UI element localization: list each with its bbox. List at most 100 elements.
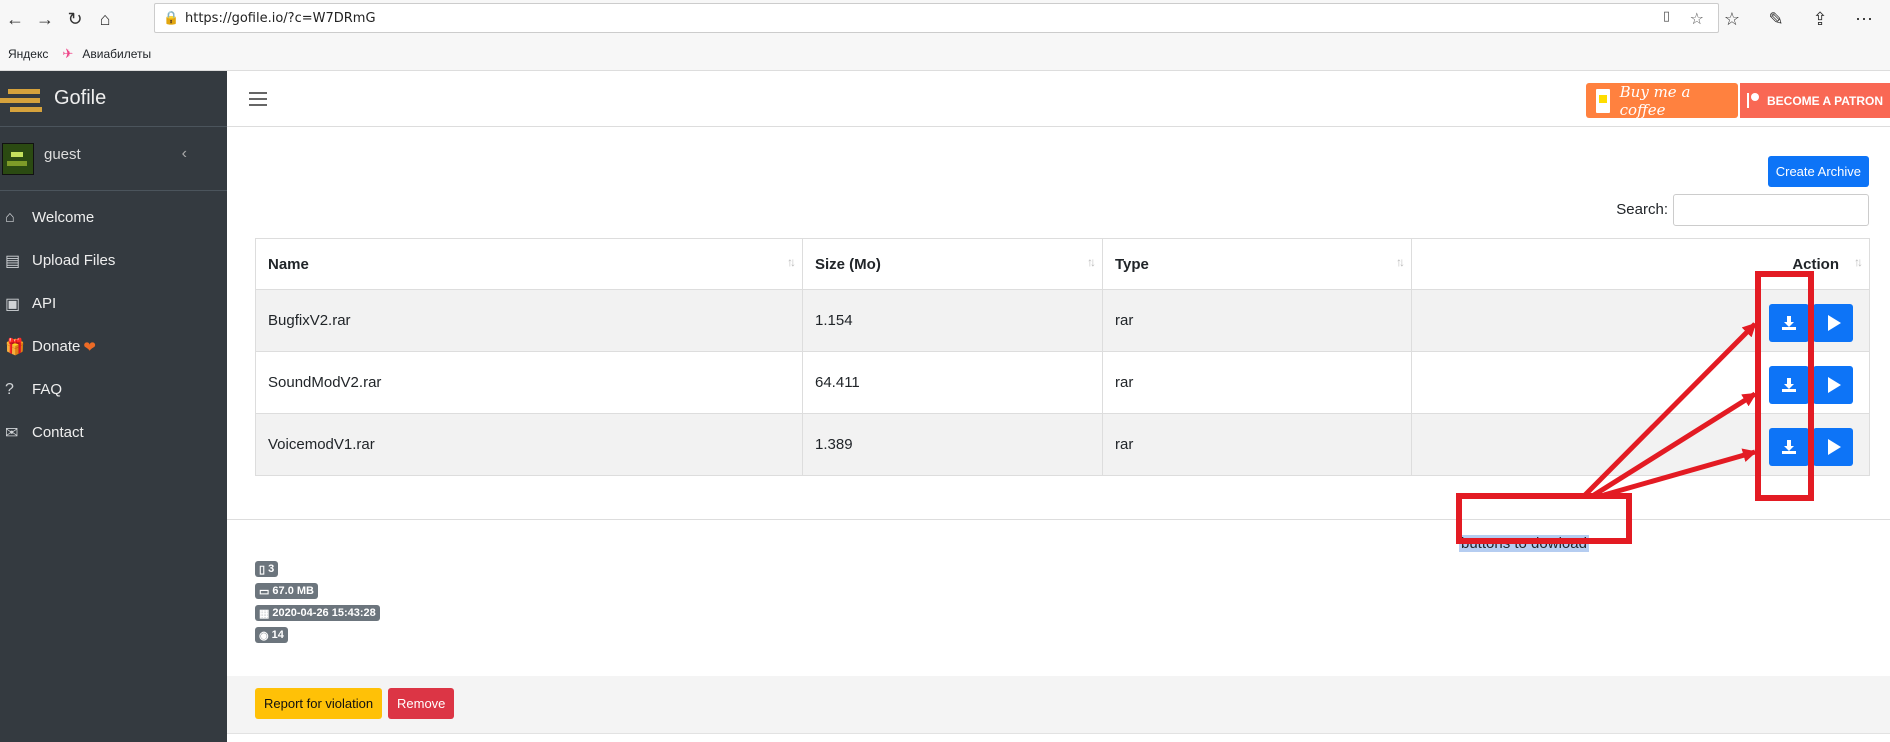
collapse-chevron-icon[interactable]: ‹ xyxy=(182,145,187,163)
file-count-badge: ▯ 3 xyxy=(255,561,279,577)
sidebar-item-label: Donate xyxy=(32,338,81,355)
address-text[interactable]: https://gofile.io/?c=W7DRmG xyxy=(185,11,376,26)
sidebar-item-label: Welcome xyxy=(32,209,95,226)
archive-footer: Report for violation Remove xyxy=(227,676,1890,734)
file-icon: ▯ xyxy=(259,563,266,576)
table-row: VoicemodV1.rar 1.389 rar xyxy=(255,413,1870,476)
views-badge: ◉ 14 xyxy=(255,627,288,643)
question-icon: ? xyxy=(5,380,14,398)
download-button[interactable] xyxy=(1769,428,1809,466)
action-cell xyxy=(1411,351,1870,414)
brand-logo[interactable]: Gofile xyxy=(0,71,227,127)
play-button[interactable] xyxy=(1813,366,1853,404)
search-label: Search: xyxy=(1616,201,1668,218)
forward-icon[interactable]: → xyxy=(30,4,60,34)
file-upload-icon: ▤ xyxy=(5,252,21,270)
sidebar-item-faq[interactable]: ? FAQ xyxy=(0,368,227,411)
create-archive-button[interactable]: Create Archive xyxy=(1767,156,1869,187)
patron-label: BECOME A PATRON xyxy=(1767,93,1883,108)
column-header-name[interactable]: Name xyxy=(255,238,803,290)
favorite-star-icon[interactable]: ☆ xyxy=(1690,9,1704,28)
file-size: 1.389 xyxy=(802,413,1103,476)
file-name: BugfixV2.rar xyxy=(255,289,803,352)
drive-icon: ▭ xyxy=(259,585,270,598)
browser-toolbar: ← → ↻ ⌂ 🔒 https://gofile.io/?c=W7DRmG ▯ … xyxy=(0,0,1890,38)
archive-info: ▯ 3 ▭ 67.0 MB ▦ 2020-04-26 15:43:28 ◉ 14 xyxy=(255,561,380,643)
file-type: rar xyxy=(1102,351,1412,414)
username: guest xyxy=(44,145,81,163)
content-divider xyxy=(227,519,1890,520)
back-icon[interactable]: ← xyxy=(0,4,30,34)
refresh-icon[interactable]: ↻ xyxy=(60,4,90,34)
gofile-logo-icon xyxy=(0,84,52,114)
main-content: Buy me a coffee BECOME A PATRON Create A… xyxy=(227,71,1890,742)
action-cell xyxy=(1411,289,1870,352)
eye-icon: ◉ xyxy=(259,629,269,642)
lock-icon: 🔒 xyxy=(163,10,180,26)
download-button[interactable] xyxy=(1769,304,1809,342)
play-icon xyxy=(1828,439,1841,455)
bookmarks-bar: Яндекс ✈ Авиабилеты xyxy=(0,38,1890,71)
date-badge: ▦ 2020-04-26 15:43:28 xyxy=(255,605,380,621)
buy-me-a-coffee-button[interactable]: Buy me a coffee xyxy=(1586,82,1738,119)
search-input[interactable] xyxy=(1673,194,1869,226)
coffee-cup-icon xyxy=(1596,88,1610,113)
column-header-type[interactable]: Type xyxy=(1102,238,1412,290)
coffee-label: Buy me a coffee xyxy=(1619,82,1691,119)
download-icon xyxy=(1782,378,1796,392)
main-header: Buy me a coffee BECOME A PATRON xyxy=(227,71,1890,127)
calendar-icon: ▦ xyxy=(259,607,270,620)
user-panel[interactable]: guest ‹ xyxy=(0,127,227,191)
envelope-icon: ✉ xyxy=(5,424,19,442)
sidebar-item-donate[interactable]: 🎁 Donate ❤ xyxy=(0,325,227,368)
table-row: BugfixV2.rar 1.154 rar xyxy=(255,289,1870,352)
plane-icon: ✈ xyxy=(62,46,74,61)
home-button-icon[interactable]: ⌂ xyxy=(90,4,120,34)
sidebar: Gofile guest ‹ ⌂ Welcome ▤ Upload Files ▣ A… xyxy=(0,71,227,742)
bookmark-yandex[interactable]: Яндекс xyxy=(8,47,48,61)
download-icon xyxy=(1782,316,1796,330)
share-icon[interactable]: ⇪ xyxy=(1802,4,1838,34)
file-size: 1.154 xyxy=(802,289,1103,352)
download-icon xyxy=(1782,440,1796,454)
more-icon[interactable]: ⋯ xyxy=(1846,4,1882,34)
pen-icon[interactable]: ✎ xyxy=(1758,4,1794,34)
become-patron-button[interactable]: BECOME A PATRON xyxy=(1740,83,1890,118)
file-type: rar xyxy=(1102,413,1412,476)
bookmark-flights[interactable]: ✈ Авиабилеты xyxy=(62,46,151,62)
gift-icon: 🎁 xyxy=(5,338,25,356)
avatar xyxy=(2,142,34,175)
home-icon: ⌂ xyxy=(5,208,15,226)
sidebar-item-contact[interactable]: ✉ Contact xyxy=(0,411,227,454)
hamburger-icon[interactable] xyxy=(249,91,267,106)
download-button[interactable] xyxy=(1769,366,1809,404)
code-icon: ▣ xyxy=(5,295,21,313)
sidebar-item-api[interactable]: ▣ API xyxy=(0,282,227,325)
file-name: VoicemodV1.rar xyxy=(255,413,803,476)
file-name: SoundModV2.rar xyxy=(255,351,803,414)
favorites-icon[interactable]: ☆ xyxy=(1714,4,1750,34)
play-icon xyxy=(1828,315,1841,331)
play-icon xyxy=(1828,377,1841,393)
report-violation-button[interactable]: Report for violation xyxy=(255,688,383,719)
play-button[interactable] xyxy=(1813,428,1853,466)
file-type: rar xyxy=(1102,289,1412,352)
sidebar-item-label: Contact xyxy=(32,424,84,441)
address-bar[interactable]: 🔒 https://gofile.io/?c=W7DRmG ▯ ☆ xyxy=(154,3,1719,33)
brand-title: Gofile xyxy=(54,87,107,109)
remove-button[interactable]: Remove xyxy=(388,688,455,719)
sidebar-item-label: Upload Files xyxy=(32,252,116,269)
sidebar-nav: ⌂ Welcome ▤ Upload Files ▣ API 🎁 Donate ❤ ? FA… xyxy=(0,191,227,454)
column-header-size[interactable]: Size (Mo) xyxy=(802,238,1103,290)
sidebar-item-label: API xyxy=(32,295,57,312)
size-badge: ▭ 67.0 MB xyxy=(255,583,318,599)
file-size: 64.411 xyxy=(802,351,1103,414)
table-header-row: Name Size (Mo) Type Action xyxy=(255,238,1870,290)
reading-view-icon[interactable]: ▯ xyxy=(1663,9,1670,24)
sidebar-item-upload-files[interactable]: ▤ Upload Files xyxy=(0,239,227,282)
sidebar-item-label: FAQ xyxy=(32,381,63,398)
column-header-action[interactable]: Action xyxy=(1411,238,1870,290)
play-button[interactable] xyxy=(1813,304,1853,342)
sidebar-item-welcome[interactable]: ⌂ Welcome xyxy=(0,196,227,239)
patreon-icon xyxy=(1747,93,1759,108)
